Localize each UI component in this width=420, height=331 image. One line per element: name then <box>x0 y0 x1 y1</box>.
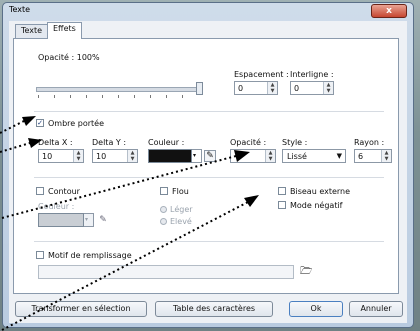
delta-y-spinner[interactable]: 10 ▲ ▼ <box>92 149 138 163</box>
delta-x-arrows-icon[interactable]: ▲ ▼ <box>73 150 83 162</box>
outline-color-swatch[interactable] <box>38 213 84 227</box>
spacing-arrows-icon[interactable]: ▲ ▼ <box>267 82 277 94</box>
eyedropper-icon[interactable]: ✎ <box>204 150 216 162</box>
fill-pattern-path-field[interactable] <box>38 265 294 279</box>
spacing-label: Espacement : <box>234 70 289 79</box>
opacity-slider-track[interactable] <box>36 87 198 92</box>
opacity-slider-thumb[interactable] <box>196 82 203 95</box>
effects-panel: Opacité : 100% Espacement : 0 ▲ ▼ Interli… <box>13 38 399 294</box>
shadow-style-value: Lissé <box>287 152 307 161</box>
delta-x-value: 10 <box>42 152 53 161</box>
spacing-value: 0 <box>238 84 244 93</box>
chevron-down-icon: ▾ <box>193 152 197 159</box>
ok-button[interactable]: Ok <box>289 301 343 317</box>
separator <box>34 177 384 178</box>
eyedropper-icon[interactable]: ✎ <box>98 215 108 225</box>
tab-effets[interactable]: Effets <box>47 22 82 39</box>
blur-checkbox-label: Flou <box>172 187 189 196</box>
negative-checkbox[interactable] <box>278 201 286 209</box>
close-button[interactable]: x <box>371 4 407 18</box>
shadow-radius-spinner[interactable]: 6 ▲ ▼ <box>354 149 392 163</box>
opacity-label: Opacité : 100% <box>38 53 100 62</box>
folder-icon[interactable]: 🗁 <box>300 267 312 277</box>
outline-checkbox[interactable] <box>36 187 44 195</box>
line-spacing-label: Interligne : <box>290 70 334 79</box>
fill-pattern-checkbox-label: Motif de remplissage <box>48 251 132 260</box>
blur-high-radio[interactable] <box>160 218 167 225</box>
separator <box>34 111 384 112</box>
shadow-style-label: Style : <box>282 138 308 147</box>
outline-checkbox-label: Contour <box>48 187 80 196</box>
title-bar: Texte x <box>3 3 413 19</box>
delta-y-label: Delta Y : <box>92 138 127 147</box>
outline-color-dropdown[interactable]: ▾ <box>84 213 94 227</box>
negative-checkbox-label: Mode négatif <box>290 201 343 210</box>
shadow-radius-label: Rayon : <box>354 138 385 147</box>
shadow-radius-value: 6 <box>358 152 364 161</box>
shadow-color-swatch[interactable] <box>148 149 192 163</box>
line-spacing-value: 0 <box>294 84 300 93</box>
shadow-color-dropdown[interactable]: ▾ <box>192 149 202 163</box>
outline-color-label: Couleur : <box>38 202 75 211</box>
opacity-slider-ticks <box>38 95 196 98</box>
delta-y-value: 10 <box>96 152 107 161</box>
shadow-opacity-label: Opacité : <box>230 138 267 147</box>
bevel-checkbox-label: Biseau externe <box>290 187 351 196</box>
line-spacing-spinner[interactable]: 0 ▲ ▼ <box>290 81 334 95</box>
separator <box>34 241 384 242</box>
character-map-button[interactable]: Table des caractères <box>155 301 273 317</box>
shadow-opacity-spinner[interactable]: ▲ ▼ <box>230 149 276 163</box>
bevel-checkbox[interactable] <box>278 187 286 195</box>
shadow-opacity-arrows-icon[interactable]: ▲ ▼ <box>265 150 275 162</box>
blur-light-radio[interactable] <box>160 206 167 213</box>
delta-x-label: Delta X : <box>38 138 73 147</box>
blur-light-label: Léger <box>170 205 193 214</box>
shadow-checkbox-label: Ombre portée <box>48 119 104 128</box>
dialog-client: Texte Effets Opacité : 100% Espacement :… <box>9 21 407 323</box>
chevron-down-icon: ▼ <box>336 152 342 160</box>
blur-high-label: Elevé <box>170 217 192 226</box>
spacing-spinner[interactable]: 0 ▲ ▼ <box>234 81 278 95</box>
text-dialog: Texte x Texte Effets Opacité : 100% Espa… <box>2 2 414 328</box>
fill-pattern-checkbox[interactable] <box>36 251 44 259</box>
shadow-style-select[interactable]: Lissé ▼ <box>282 149 346 163</box>
shadow-radius-arrows-icon[interactable]: ▲ ▼ <box>381 150 391 162</box>
convert-to-selection-button[interactable]: Transformer en sélection <box>15 301 147 317</box>
tab-texte[interactable]: Texte <box>15 24 49 38</box>
blur-checkbox[interactable] <box>160 187 168 195</box>
cancel-button[interactable]: Annuler <box>349 301 403 317</box>
shadow-color-label: Couleur : <box>148 138 185 147</box>
line-spacing-arrows-icon[interactable]: ▲ ▼ <box>323 82 333 94</box>
shadow-checkbox[interactable]: ✓ <box>36 119 44 127</box>
delta-x-spinner[interactable]: 10 ▲ ▼ <box>38 149 84 163</box>
delta-y-arrows-icon[interactable]: ▲ ▼ <box>127 150 137 162</box>
window-title: Texte <box>9 5 31 14</box>
chevron-down-icon: ▾ <box>85 216 89 223</box>
